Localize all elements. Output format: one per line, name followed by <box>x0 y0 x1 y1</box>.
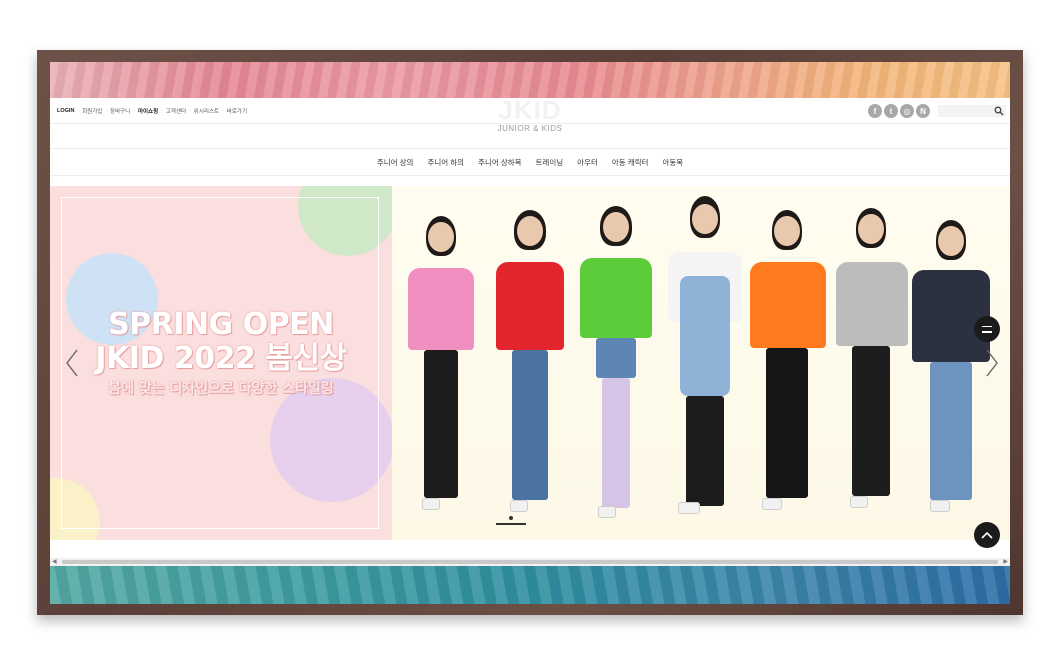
model-figure <box>660 196 750 526</box>
nav-kids-character[interactable]: 아동 캐릭터 <box>605 153 656 173</box>
banner-text-panel: SPRING OPEN JKID 2022 봄신상 봄에 맞는 디자인으로 다양… <box>50 186 392 540</box>
nav-junior-bottoms[interactable]: 주니어 하의 <box>420 153 471 173</box>
nav-junior-tops[interactable]: 주니어 상의 <box>370 153 421 173</box>
banner-headline: SPRING OPEN JKID 2022 봄신상 봄에 맞는 디자인으로 다양… <box>50 308 392 400</box>
twitter-icon[interactable]: t <box>884 104 898 118</box>
watercolor-bottom-band <box>50 566 1010 604</box>
wishlist-link[interactable]: 위시리스트 <box>191 107 222 115</box>
header-divider <box>50 148 1010 149</box>
horizontal-scrollbar[interactable]: ◀ ▶ <box>50 558 1010 566</box>
scrollbar-thumb[interactable] <box>62 560 998 564</box>
cart-link[interactable]: 장바구니 <box>107 107 133 115</box>
website-screen: LOGIN · 회원가입 · 장바구니 · 마이쇼핑 · 고객센터 · 위시리스… <box>50 98 1010 566</box>
slider-prev-icon[interactable] <box>64 348 80 378</box>
nav-kids-wear[interactable]: 아동복 <box>655 153 690 173</box>
banner-title-line2: JKID 2022 봄신상 <box>95 341 347 376</box>
search-box <box>938 105 1006 123</box>
model-figure <box>400 216 480 526</box>
model-figure <box>742 210 832 528</box>
main-banner-slider[interactable]: SPRING OPEN JKID 2022 봄신상 봄에 맞는 디자인으로 다양… <box>50 186 1010 540</box>
search-icon[interactable] <box>994 106 1004 116</box>
model-figure <box>574 206 658 526</box>
main-nav: 주니어 상의 주니어 하의 주니어 상하복 트레이닝 아우터 아동 캐릭터 아동… <box>50 153 1010 173</box>
scroll-right-icon[interactable]: ▶ <box>1003 559 1008 565</box>
utility-nav: LOGIN · 회원가입 · 장바구니 · 마이쇼핑 · 고객센터 · 위시리스… <box>54 107 250 115</box>
logo-wordmark: JKID <box>498 98 562 122</box>
logo-tagline: JUNIOR & KIDS <box>497 124 563 133</box>
nav-training[interactable]: 트레이닝 <box>529 153 571 173</box>
instagram-icon[interactable]: ◎ <box>900 104 914 118</box>
picture-frame: LOGIN · 회원가입 · 장바구니 · 마이쇼핑 · 고객센터 · 위시리스… <box>37 50 1023 615</box>
model-figure <box>488 210 570 528</box>
search-input[interactable] <box>938 111 992 123</box>
slider-pagination[interactable] <box>496 514 526 525</box>
my-shopping-link[interactable]: 마이쇼핑 <box>135 107 161 115</box>
nav-junior-sets[interactable]: 주니어 상하복 <box>471 153 528 173</box>
login-link[interactable]: LOGIN <box>54 108 77 114</box>
social-links: f t ◎ N <box>868 104 930 118</box>
join-link[interactable]: 회원가입 <box>79 107 105 115</box>
model-figure <box>906 220 996 530</box>
nav-divider <box>50 175 1010 176</box>
slider-next-icon[interactable] <box>984 348 1000 378</box>
customer-center-link[interactable]: 고객센터 <box>163 107 189 115</box>
scroll-to-top-icon[interactable] <box>974 522 1000 548</box>
watercolor-top-band <box>50 62 1010 98</box>
pagination-dot[interactable] <box>509 516 513 520</box>
model-figure <box>828 208 914 528</box>
site-logo[interactable]: JKID JUNIOR & KIDS <box>480 98 580 136</box>
banner-subtitle: 봄에 맞는 디자인으로 다양한 스타일링 <box>108 381 334 397</box>
naver-blog-icon[interactable]: N <box>916 104 930 118</box>
shortcut-link[interactable]: 바로가기 <box>224 107 250 115</box>
pagination-bar <box>496 523 526 525</box>
banner-photo-kids <box>392 186 1010 540</box>
menu-hamburger-icon[interactable] <box>974 316 1000 342</box>
scroll-left-icon[interactable]: ◀ <box>52 559 57 565</box>
banner-title-line1: SPRING OPEN <box>108 307 334 342</box>
facebook-icon[interactable]: f <box>868 104 882 118</box>
nav-outer[interactable]: 아우터 <box>570 153 605 173</box>
